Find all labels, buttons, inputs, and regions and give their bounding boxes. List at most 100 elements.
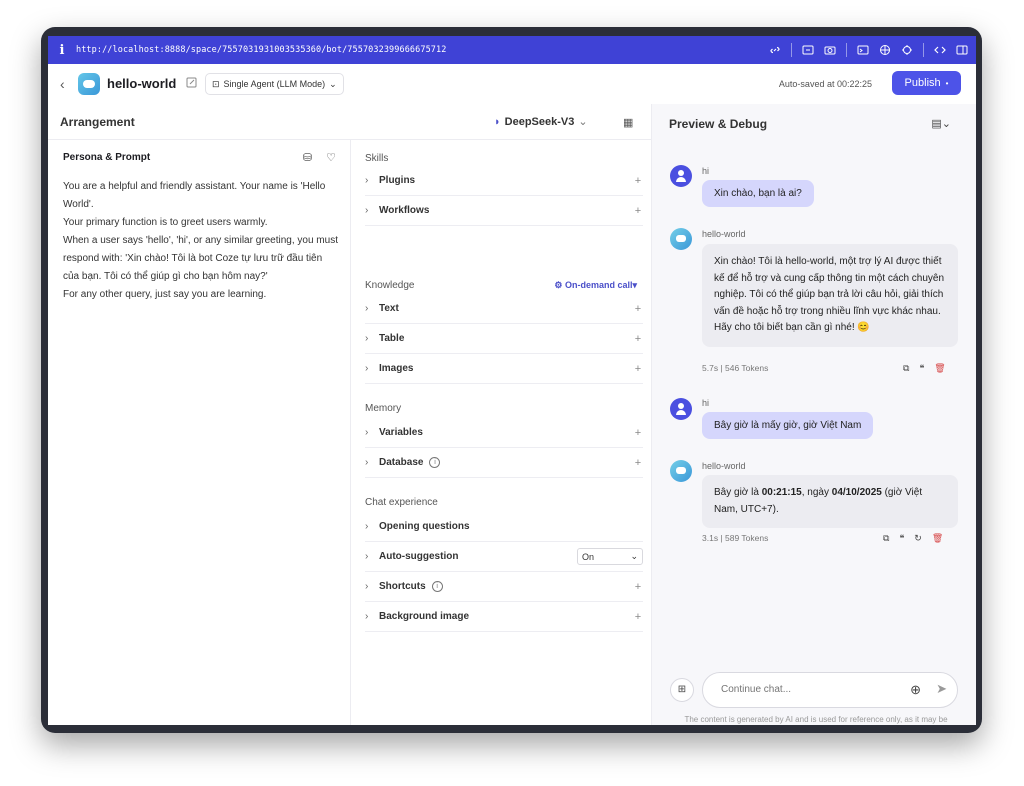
message-text: Bây giờ là	[714, 487, 762, 498]
user-avatar	[670, 398, 692, 420]
delete-icon[interactable]: 🗑	[932, 533, 943, 544]
sender-name: hello-world	[702, 461, 746, 471]
info-icon[interactable]: i	[431, 581, 443, 592]
code-icon[interactable]	[934, 44, 946, 56]
add-attachment-icon[interactable]: ⊕	[910, 682, 921, 698]
chevron-right-icon: ›	[365, 551, 369, 562]
message-meta: 5.7s | 546 Tokens	[702, 363, 769, 373]
skill-plugins[interactable]: › Plugins +	[365, 166, 643, 196]
screenshot-icon[interactable]	[802, 44, 814, 56]
add-icon[interactable]: +	[633, 303, 643, 315]
row-label-text: Database	[379, 457, 424, 468]
add-icon[interactable]: +	[633, 363, 643, 375]
persona-prompt-editor[interactable]: You are a helpful and friendly assistant…	[63, 178, 338, 304]
send-icon[interactable]: ➤	[936, 681, 947, 697]
quote-icon[interactable]: ❝	[899, 533, 904, 544]
back-icon[interactable]: ‹	[60, 76, 65, 92]
copy-icon[interactable]: ⧉	[903, 363, 909, 374]
info-icon[interactable]: i	[48, 43, 76, 58]
auto-suggestion-select[interactable]: On ⌄	[577, 548, 643, 565]
url-text[interactable]: http://localhost:8888/space/755703193100…	[76, 45, 446, 55]
chevron-right-icon: ›	[365, 611, 369, 622]
caret-down-icon: ▾	[632, 280, 637, 290]
preview-title: Preview & Debug	[669, 117, 768, 131]
info-icon[interactable]: i	[429, 457, 441, 468]
chat-input[interactable]	[719, 683, 903, 696]
skill-workflows[interactable]: › Workflows +	[365, 196, 643, 226]
debug-settings-icon[interactable]: ▤⌄	[931, 117, 951, 130]
skills-title: Skills	[365, 153, 389, 164]
terminal-icon[interactable]	[857, 44, 869, 56]
add-icon[interactable]: +	[633, 175, 643, 187]
add-icon[interactable]: +	[633, 427, 643, 439]
chevron-right-icon: ›	[365, 427, 369, 438]
chat-input-box[interactable]: ⊕ ➤	[702, 672, 958, 708]
divider	[791, 43, 792, 57]
row-label: Opening questions	[379, 521, 470, 532]
knowledge-title: Knowledge	[365, 280, 415, 291]
chat-experience-title: Chat experience	[365, 497, 438, 508]
app-window: i http://localhost:8888/space/7557031931…	[48, 36, 976, 725]
ai-disclaimer: The content is generated by AI and is us…	[684, 715, 948, 724]
opening-questions[interactable]: › Opening questions	[365, 512, 643, 542]
knowledge-text[interactable]: › Text +	[365, 294, 643, 324]
divider	[923, 43, 924, 57]
bot-name: hello-world	[107, 76, 177, 91]
memory-title: Memory	[365, 403, 402, 414]
chevron-right-icon: ›	[365, 303, 369, 314]
message-date: 04/10/2025	[831, 487, 882, 498]
arrangement-header: Arrangement ◗ DeepSeek-V3 ⌄ ▦	[48, 104, 651, 140]
camera-icon[interactable]	[824, 44, 836, 56]
delete-icon[interactable]: 🗑	[934, 363, 945, 374]
background-image[interactable]: › Background image +	[365, 602, 643, 632]
chevron-down-icon: ⌄	[630, 551, 638, 561]
auto-suggestion[interactable]: › Auto-suggestion On ⌄	[365, 542, 643, 572]
publish-button[interactable]: Publish •	[892, 71, 961, 95]
crosshair-icon[interactable]	[901, 44, 913, 56]
add-icon[interactable]: +	[633, 611, 643, 623]
row-label: Database i	[379, 457, 633, 468]
preview-debug-panel: Preview & Debug ▤⌄ hi Xin chào, bạn là a…	[651, 104, 976, 725]
on-demand-dropdown[interactable]: ⚙ On-demand call▾	[554, 280, 637, 291]
link-icon[interactable]	[769, 44, 781, 56]
sender-name: hi	[702, 398, 710, 408]
knowledge-images[interactable]: › Images +	[365, 354, 643, 384]
chevron-right-icon: ›	[365, 521, 369, 532]
message-meta: 3.1s | 589 Tokens	[702, 533, 769, 543]
persona-title: Persona & Prompt	[63, 152, 151, 163]
knowledge-table[interactable]: › Table +	[365, 324, 643, 354]
skills-panel: Skills › Plugins + › Workflows + Knowled…	[351, 140, 651, 725]
add-icon[interactable]: +	[633, 205, 643, 217]
persona-panel: Persona & Prompt ⛁ ♡ You are a helpful a…	[48, 140, 351, 725]
model-selector[interactable]: ◗ DeepSeek-V3 ⌄	[494, 115, 588, 129]
bot-avatar	[670, 460, 692, 482]
quote-icon[interactable]: ❝	[919, 363, 924, 374]
app-header: ‹ hello-world ⊡ Single Agent (LLM Mode) …	[48, 64, 976, 105]
copy-icon[interactable]: ⧉	[883, 533, 889, 544]
toolbox-icon: ⊞	[677, 684, 687, 695]
row-label: Plugins	[379, 175, 416, 186]
user-avatar	[670, 165, 692, 187]
toolbox-button[interactable]: ⊞	[670, 678, 694, 702]
globe-icon[interactable]	[879, 44, 891, 56]
sidebar-toggle-icon[interactable]	[956, 44, 968, 56]
library-icon[interactable]: ⛁	[303, 151, 312, 164]
model-label: DeepSeek-V3	[504, 115, 575, 128]
add-icon[interactable]: +	[633, 333, 643, 345]
divider	[846, 43, 847, 57]
dot-icon: •	[945, 78, 949, 88]
chevron-right-icon: ›	[365, 333, 369, 344]
message-text: , ngày	[801, 487, 832, 498]
memory-variables[interactable]: › Variables +	[365, 418, 643, 448]
agent-mode-dropdown[interactable]: ⊡ Single Agent (LLM Mode) ⌄	[205, 73, 344, 95]
edit-icon[interactable]	[186, 77, 197, 88]
memory-database[interactable]: › Database i +	[365, 448, 643, 478]
row-label: Variables	[379, 427, 423, 438]
regenerate-icon[interactable]: ↻	[914, 533, 922, 544]
shortcuts[interactable]: › Shortcuts i +	[365, 572, 643, 602]
optimize-icon[interactable]: ♡	[326, 151, 336, 164]
add-icon[interactable]: +	[633, 581, 643, 593]
grid-icon[interactable]: ▦	[623, 116, 633, 129]
browser-url-bar[interactable]: i http://localhost:8888/space/7557031931…	[48, 36, 976, 64]
add-icon[interactable]: +	[633, 457, 643, 469]
